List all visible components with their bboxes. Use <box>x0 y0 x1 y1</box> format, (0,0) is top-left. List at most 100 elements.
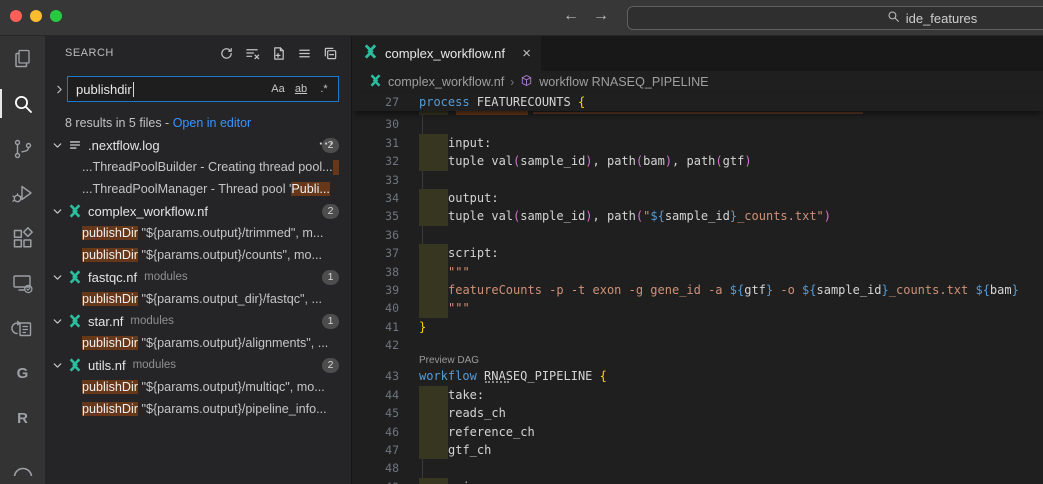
results-summary: 8 results in 5 files - Open in editor <box>65 116 351 130</box>
activity-bottom-partial-icon[interactable] <box>0 441 45 484</box>
search-result-row[interactable]: publishDir "${params.output_dir}/fastqc"… <box>45 288 351 310</box>
activity-remote-explorer-icon[interactable] <box>0 261 45 306</box>
activity-run-debug-icon[interactable] <box>0 171 45 216</box>
sidebar-title: SEARCH <box>65 47 114 59</box>
code-token: main: <box>448 480 484 484</box>
search-results-tree: .nextflow.log2 ...ThreadPoolBuilder - Cre… <box>45 134 351 420</box>
chevron-down-icon[interactable] <box>49 359 65 372</box>
indent-highlight <box>419 423 448 441</box>
indent-guide <box>422 459 423 477</box>
view-as-list-icon[interactable] <box>296 45 313 62</box>
file-row-star.nf[interactable]: star.nfmodules1 <box>45 310 351 332</box>
log-file-icon <box>65 138 84 152</box>
match-highlight: Publi... <box>291 182 330 196</box>
breadcrumb-symbol[interactable]: workflow RNASEQ_PIPELINE <box>539 75 708 89</box>
search-result-row[interactable]: publishDir "${params.output}/counts", mo… <box>45 244 351 266</box>
code-token: reads_ch <box>448 406 506 420</box>
code-token: sample_id <box>665 209 730 223</box>
command-center-search[interactable]: ide_features <box>627 6 1043 30</box>
chevron-down-icon[interactable] <box>49 205 65 218</box>
file-name: fastqc.nf <box>88 270 137 285</box>
code-line: 46reference_ch <box>353 423 1043 441</box>
zoom-button[interactable] <box>50 10 62 22</box>
chevron-down-icon[interactable] <box>49 271 65 284</box>
activity-explorer-icon[interactable] <box>0 36 45 81</box>
code-token: ${ <box>650 209 664 223</box>
codelens-preview-dag[interactable]: Preview DAG <box>419 354 1043 367</box>
toggle-replace-chevron[interactable] <box>51 83 67 96</box>
search-result-row[interactable]: ...ThreadPoolManager - Thread pool 'Publ… <box>45 178 351 200</box>
code-token: _counts.txt <box>889 283 976 297</box>
back-button[interactable]: ← <box>563 7 579 25</box>
match-case-button[interactable]: Aa <box>268 80 288 99</box>
result-count-badge: 2 <box>322 204 339 219</box>
code-token: ) <box>585 209 592 223</box>
code-line: 41} <box>353 318 1043 336</box>
open-new-search-editor-icon[interactable] <box>270 45 287 62</box>
code-token: { <box>600 369 607 383</box>
activity-gitlens-icon[interactable]: G <box>0 351 45 396</box>
file-description: modules <box>130 315 173 327</box>
file-row-complex_workflow.nf[interactable]: complex_workflow.nf 2 <box>45 200 351 222</box>
search-result-row[interactable]: ...ThreadPoolBuilder - Creating thread p… <box>45 156 351 178</box>
open-in-editor-link[interactable]: Open in editor <box>173 116 252 130</box>
summary-separator: - <box>162 116 173 130</box>
close-icon[interactable]: × <box>522 46 531 61</box>
line-number: 32 <box>353 152 411 170</box>
forward-button[interactable]: → <box>593 7 609 25</box>
search-result-row[interactable]: publishDir "${params.output}/trimmed", m… <box>45 222 351 244</box>
regex-button[interactable]: .* <box>314 80 334 99</box>
file-name: star.nf <box>88 314 123 329</box>
indent-highlight <box>419 263 448 281</box>
file-name: complex_workflow.nf <box>88 204 208 219</box>
activity-r-lang-icon[interactable]: R <box>0 396 45 441</box>
gitlens-icon: G <box>17 365 29 382</box>
code-line: 38""" <box>353 263 1043 281</box>
minimize-button[interactable] <box>30 10 42 22</box>
code-token: , path <box>593 209 636 223</box>
toggle-search-details-button[interactable]: ··· <box>319 140 335 148</box>
tab-complex-workflow[interactable]: complex_workflow.nf × <box>353 36 541 71</box>
code-editor[interactable]: 27 process FEATURECOUNTS { 3031input:32t… <box>353 93 1043 484</box>
search-result-row[interactable]: publishDir "${params.output}/pipeline_in… <box>45 398 351 420</box>
text-caret <box>133 82 134 97</box>
indent-highlight <box>419 152 448 170</box>
nextflow-icon <box>363 44 378 64</box>
chevron-down-icon[interactable] <box>49 139 65 152</box>
code-token: tuple val <box>448 209 513 223</box>
title-bar: ← → ide_features <box>0 0 1043 36</box>
nextflow-icon <box>65 358 84 372</box>
indent-guide <box>422 115 423 133</box>
line-number: 48 <box>353 459 411 477</box>
file-row-fastqc.nf[interactable]: fastqc.nfmodules1 <box>45 266 351 288</box>
code-token: sample_id <box>520 209 585 223</box>
file-row-.nextflow.log[interactable]: .nextflow.log2 <box>45 134 351 156</box>
search-result-row[interactable]: publishDir "${params.output}/alignments"… <box>45 332 351 354</box>
code-line: 30 <box>353 115 1043 133</box>
indent-highlight <box>419 299 448 317</box>
search-result-row[interactable]: publishDir "${params.output}/multiqc", m… <box>45 376 351 398</box>
activity-docs-sync-icon[interactable] <box>0 306 45 351</box>
result-text: "${params.output}/counts", mo... <box>138 248 322 262</box>
line-number: 45 <box>353 404 411 422</box>
indent-guide <box>422 171 423 189</box>
search-input[interactable]: publishdir Aa ab .* <box>67 76 339 102</box>
activity-search-icon[interactable] <box>0 81 45 126</box>
clear-search-results-icon[interactable] <box>244 45 261 62</box>
result-text: ...ThreadPoolBuilder - Creating thread p… <box>82 160 333 174</box>
chevron-down-icon[interactable] <box>49 315 65 328</box>
close-button[interactable] <box>10 10 22 22</box>
refresh-icon[interactable] <box>218 45 235 62</box>
line-number: 35 <box>353 207 411 225</box>
activity-source-control-icon[interactable] <box>0 126 45 171</box>
whole-word-button[interactable]: ab <box>291 80 311 99</box>
file-row-utils.nf[interactable]: utils.nfmodules2 <box>45 354 351 376</box>
code-token: sample_id <box>817 283 882 297</box>
activity-extensions-icon[interactable] <box>0 216 45 261</box>
collapse-all-icon[interactable] <box>322 45 339 62</box>
breadcrumb-file[interactable]: complex_workflow.nf <box>388 75 504 89</box>
code-token: _counts.txt" <box>737 209 824 223</box>
indent-highlight <box>419 189 448 207</box>
sticky-scroll-line[interactable]: 27 process FEATURECOUNTS { <box>353 93 1043 111</box>
code-token: gtf <box>744 283 766 297</box>
